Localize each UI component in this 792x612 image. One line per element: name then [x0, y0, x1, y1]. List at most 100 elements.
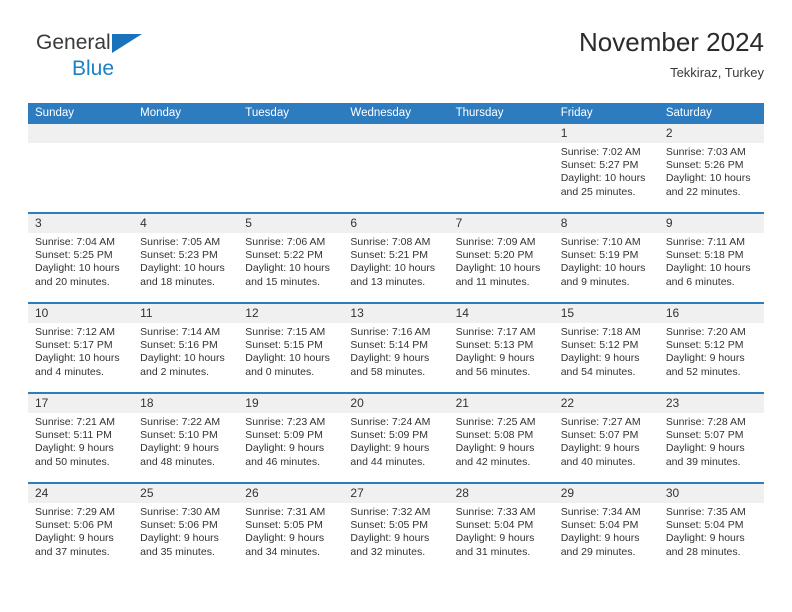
- sunrise-text: Sunrise: 7:09 AM: [455, 236, 536, 248]
- sunset-text: Sunset: 5:06 PM: [35, 519, 113, 532]
- day-number: [343, 124, 449, 143]
- day-cell[interactable]: 19 Sunrise: 7:23 AM Sunset: 5:09 PM Dayl…: [238, 394, 344, 482]
- daylight-text-line2: and 9 minutes.: [560, 275, 630, 288]
- day-cell[interactable]: 2 Sunrise: 7:03 AM Sunset: 5:26 PM Dayli…: [658, 124, 764, 212]
- day-number: 4: [133, 214, 239, 233]
- sunrise-text: Sunrise: 7:33 AM: [455, 506, 536, 518]
- day-cell[interactable]: 30 Sunrise: 7:35 AM Sunset: 5:04 PM Dayl…: [658, 484, 764, 572]
- day-details: Sunrise: 7:27 AM Sunset: 5:07 PM Dayligh…: [554, 413, 659, 469]
- day-number: 1: [553, 124, 659, 143]
- day-cell[interactable]: 26 Sunrise: 7:31 AM Sunset: 5:05 PM Dayl…: [238, 484, 344, 572]
- sunrise-text: Sunrise: 7:21 AM: [35, 416, 115, 428]
- day-cell[interactable]: 3 Sunrise: 7:04 AM Sunset: 5:25 PM Dayli…: [28, 214, 134, 302]
- day-cell[interactable]: 13 Sunrise: 7:16 AM Sunset: 5:14 PM Dayl…: [343, 304, 449, 392]
- day-cell[interactable]: 27 Sunrise: 7:32 AM Sunset: 5:05 PM Dayl…: [343, 484, 449, 572]
- day-details: Sunrise: 7:35 AM Sunset: 5:04 PM Dayligh…: [659, 503, 764, 559]
- day-details: Sunrise: 7:20 AM Sunset: 5:12 PM Dayligh…: [659, 323, 764, 379]
- title-block: November 2024 Tekkiraz, Turkey: [579, 26, 764, 82]
- day-cell[interactable]: [238, 124, 344, 212]
- day-cell[interactable]: 6 Sunrise: 7:08 AM Sunset: 5:21 PM Dayli…: [343, 214, 449, 302]
- day-cell[interactable]: [28, 124, 134, 212]
- day-cell[interactable]: 24 Sunrise: 7:29 AM Sunset: 5:06 PM Dayl…: [28, 484, 134, 572]
- logo-text-blue: Blue: [72, 57, 115, 80]
- day-cell[interactable]: 22 Sunrise: 7:27 AM Sunset: 5:07 PM Dayl…: [553, 394, 659, 482]
- weekday-header-tuesday: Tuesday: [245, 107, 289, 119]
- day-cell[interactable]: 1 Sunrise: 7:02 AM Sunset: 5:27 PM Dayli…: [553, 124, 659, 212]
- day-cell[interactable]: 16 Sunrise: 7:20 AM Sunset: 5:12 PM Dayl…: [658, 304, 764, 392]
- sunrise-text: Sunrise: 7:27 AM: [560, 416, 641, 428]
- sunset-text: Sunset: 5:19 PM: [560, 249, 639, 262]
- day-cell[interactable]: 9 Sunrise: 7:11 AM Sunset: 5:18 PM Dayli…: [658, 214, 764, 302]
- daylight-text-line1: Daylight: 9 hours: [350, 442, 430, 455]
- general-blue-logo[interactable]: General Blue: [36, 32, 216, 92]
- day-number: 12: [238, 304, 344, 323]
- day-cell[interactable]: [448, 124, 554, 212]
- daylight-text-line1: Daylight: 9 hours: [665, 352, 745, 365]
- day-details: [449, 143, 554, 146]
- daylight-text-line2: and 48 minutes.: [140, 455, 215, 468]
- day-cell[interactable]: 25 Sunrise: 7:30 AM Sunset: 5:06 PM Dayl…: [133, 484, 239, 572]
- daylight-text-line2: and 34 minutes.: [245, 545, 320, 558]
- day-details: Sunrise: 7:28 AM Sunset: 5:07 PM Dayligh…: [659, 413, 764, 469]
- daylight-text-line2: and 29 minutes.: [560, 545, 636, 558]
- day-number: 30: [658, 484, 764, 503]
- day-cell[interactable]: 5 Sunrise: 7:06 AM Sunset: 5:22 PM Dayli…: [238, 214, 344, 302]
- daylight-text-line2: and 11 minutes.: [455, 275, 530, 288]
- day-number: 14: [448, 304, 554, 323]
- sunset-text: Sunset: 5:16 PM: [140, 339, 218, 352]
- day-cell[interactable]: 18 Sunrise: 7:22 AM Sunset: 5:10 PM Dayl…: [133, 394, 239, 482]
- sunset-text: Sunset: 5:10 PM: [140, 429, 218, 442]
- sunset-text: Sunset: 5:06 PM: [140, 519, 218, 532]
- calendar-page: General Blue November 2024 Tekkiraz, Tur…: [0, 0, 792, 612]
- day-details: Sunrise: 7:22 AM Sunset: 5:10 PM Dayligh…: [133, 413, 238, 469]
- sunrise-text: Sunrise: 7:15 AM: [245, 326, 326, 338]
- day-cell[interactable]: 11 Sunrise: 7:14 AM Sunset: 5:16 PM Dayl…: [133, 304, 239, 392]
- daylight-text-line2: and 20 minutes.: [35, 275, 110, 288]
- day-cell[interactable]: 10 Sunrise: 7:12 AM Sunset: 5:17 PM Dayl…: [28, 304, 134, 392]
- day-cell[interactable]: 14 Sunrise: 7:17 AM Sunset: 5:13 PM Dayl…: [448, 304, 554, 392]
- sunset-text: Sunset: 5:04 PM: [455, 519, 534, 532]
- sunrise-text: Sunrise: 7:02 AM: [560, 146, 641, 158]
- day-cell[interactable]: 4 Sunrise: 7:05 AM Sunset: 5:23 PM Dayli…: [133, 214, 239, 302]
- day-number: [238, 124, 344, 143]
- day-details: Sunrise: 7:17 AM Sunset: 5:13 PM Dayligh…: [449, 323, 554, 379]
- sunrise-text: Sunrise: 7:34 AM: [560, 506, 641, 518]
- day-number: 15: [553, 304, 659, 323]
- daylight-text-line1: Daylight: 10 hours: [245, 262, 330, 275]
- daylight-text-line1: Daylight: 9 hours: [140, 442, 219, 455]
- day-details: [343, 143, 448, 146]
- sunrise-text: Sunrise: 7:23 AM: [245, 416, 326, 428]
- day-cell[interactable]: 28 Sunrise: 7:33 AM Sunset: 5:04 PM Dayl…: [448, 484, 554, 572]
- day-number: 28: [448, 484, 554, 503]
- sunrise-text: Sunrise: 7:14 AM: [140, 326, 221, 338]
- day-details: Sunrise: 7:02 AM Sunset: 5:27 PM Dayligh…: [554, 143, 659, 199]
- day-cell[interactable]: 20 Sunrise: 7:24 AM Sunset: 5:09 PM Dayl…: [343, 394, 449, 482]
- day-number: 23: [658, 394, 764, 413]
- daylight-text-line2: and 54 minutes.: [560, 365, 636, 378]
- day-cell[interactable]: 17 Sunrise: 7:21 AM Sunset: 5:11 PM Dayl…: [28, 394, 134, 482]
- day-cell[interactable]: 29 Sunrise: 7:34 AM Sunset: 5:04 PM Dayl…: [553, 484, 659, 572]
- day-cell[interactable]: [133, 124, 239, 212]
- day-details: [238, 143, 343, 146]
- sunset-text: Sunset: 5:04 PM: [560, 519, 639, 532]
- day-details: Sunrise: 7:31 AM Sunset: 5:05 PM Dayligh…: [238, 503, 343, 559]
- daylight-text-line1: Daylight: 9 hours: [455, 442, 535, 455]
- day-details: Sunrise: 7:32 AM Sunset: 5:05 PM Dayligh…: [343, 503, 448, 559]
- day-cell[interactable]: 12 Sunrise: 7:15 AM Sunset: 5:15 PM Dayl…: [238, 304, 344, 392]
- logo-top-row: General: [36, 32, 216, 56]
- day-cell[interactable]: 8 Sunrise: 7:10 AM Sunset: 5:19 PM Dayli…: [553, 214, 659, 302]
- sunset-text: Sunset: 5:11 PM: [35, 429, 112, 442]
- day-number: 27: [343, 484, 449, 503]
- sunset-text: Sunset: 5:09 PM: [350, 429, 429, 442]
- sunset-text: Sunset: 5:20 PM: [455, 249, 534, 262]
- day-cell[interactable]: 15 Sunrise: 7:18 AM Sunset: 5:12 PM Dayl…: [553, 304, 659, 392]
- sunset-text: Sunset: 5:21 PM: [350, 249, 429, 262]
- day-cell[interactable]: 7 Sunrise: 7:09 AM Sunset: 5:20 PM Dayli…: [448, 214, 554, 302]
- day-cell[interactable]: 21 Sunrise: 7:25 AM Sunset: 5:08 PM Dayl…: [448, 394, 554, 482]
- day-cell[interactable]: 23 Sunrise: 7:28 AM Sunset: 5:07 PM Dayl…: [658, 394, 764, 482]
- day-cell[interactable]: [343, 124, 449, 212]
- daylight-text-line1: Daylight: 10 hours: [560, 262, 646, 275]
- day-number: 25: [133, 484, 239, 503]
- day-number: 13: [343, 304, 449, 323]
- week-row: 10 Sunrise: 7:12 AM Sunset: 5:17 PM Dayl…: [28, 302, 764, 392]
